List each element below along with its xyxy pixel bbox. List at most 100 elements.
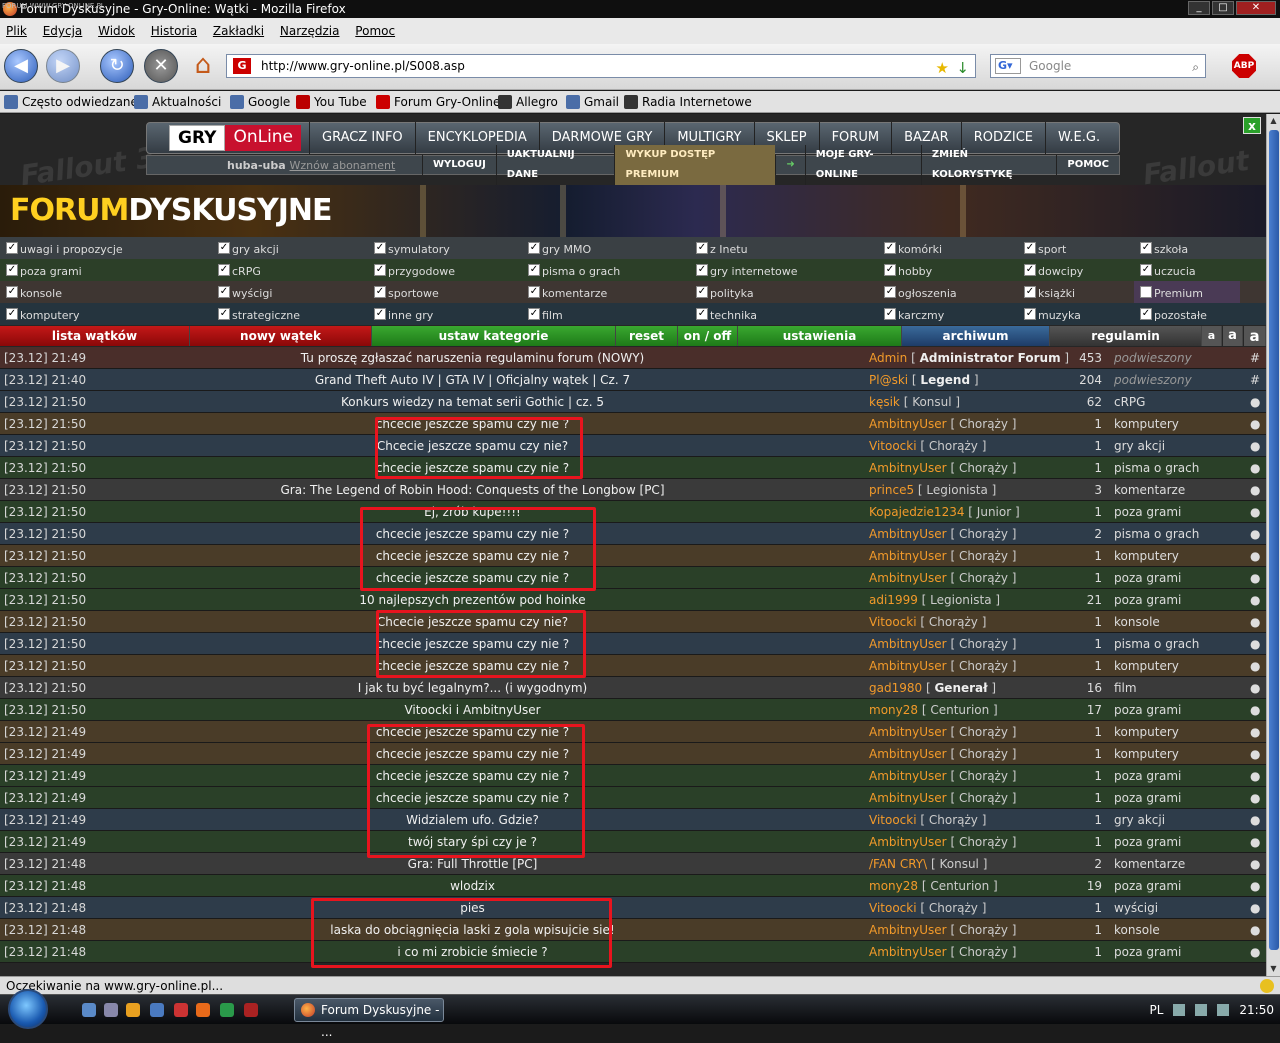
- category-checkbox[interactable]: ✓ poza grami: [0, 259, 212, 281]
- thread-author[interactable]: AmbitnyUser: [869, 659, 947, 673]
- category-checkbox[interactable]: Premium: [1134, 281, 1240, 303]
- logout-link[interactable]: WYLOGUJ: [421, 155, 496, 175]
- category-checkbox[interactable]: ✓ z Inetu: [690, 237, 878, 259]
- thread-author[interactable]: AmbitnyUser: [869, 637, 947, 651]
- taskbar-firefox-item[interactable]: Forum Dyskusyjne - ...: [294, 998, 444, 1039]
- thread-title[interactable]: Tu proszę zgłaszać naruszenia regulaminu…: [120, 347, 825, 369]
- checkbox-icon[interactable]: ✓: [528, 242, 540, 254]
- thread-author[interactable]: Vitoocki: [869, 615, 917, 629]
- thread-title[interactable]: wlodzix: [120, 875, 825, 897]
- checkbox-icon[interactable]: ✓: [696, 308, 708, 320]
- menu-pomoc[interactable]: Pomoc: [355, 24, 395, 38]
- premium-link[interactable]: WYKUP DOSTĘP PREMIUM: [614, 145, 776, 185]
- checkbox-icon[interactable]: ✓: [218, 242, 230, 254]
- font-small-button[interactable]: a: [1202, 326, 1222, 346]
- thread-title[interactable]: 10 najlepszych prezentów pod hoinke: [120, 589, 825, 611]
- thread-title[interactable]: Ej, zrób kupe!!!!: [120, 501, 825, 523]
- show-desktop-icon[interactable]: [82, 1003, 96, 1017]
- thread-author[interactable]: AmbitnyUser: [869, 945, 947, 959]
- checkbox-icon[interactable]: ✓: [1024, 286, 1036, 298]
- checkbox-icon[interactable]: ✓: [696, 286, 708, 298]
- thread-title[interactable]: Gra: Full Throttle [PC]: [120, 853, 825, 875]
- category-checkbox[interactable]: ✓ sport: [1018, 237, 1134, 259]
- font-medium-button[interactable]: a: [1223, 326, 1243, 346]
- checkbox-icon[interactable]: ✓: [1024, 242, 1036, 254]
- volume-icon[interactable]: [1217, 1004, 1230, 1016]
- thread-title[interactable]: chcecie jeszcze spamu czy nie ?: [120, 655, 825, 677]
- category-checkbox[interactable]: ✓ gry internetowe: [690, 259, 878, 281]
- checkbox-icon[interactable]: ✓: [696, 242, 708, 254]
- category-checkbox[interactable]: ✓ komentarze: [522, 281, 690, 303]
- close-window-button[interactable]: ✕: [1236, 1, 1276, 15]
- close-categories-button[interactable]: x: [1243, 117, 1261, 134]
- checkbox-icon[interactable]: ✓: [1140, 308, 1152, 320]
- menu-narzedzia[interactable]: Narzędzia: [280, 24, 340, 38]
- thread-title[interactable]: Chcecie jeszcze spamu czy nie?: [120, 435, 825, 457]
- on-off-button[interactable]: on / off: [678, 326, 738, 346]
- menu-widok[interactable]: Widok: [98, 24, 135, 38]
- help-link[interactable]: POMOC: [1056, 155, 1119, 175]
- thread-author[interactable]: Pl@ski: [869, 373, 908, 387]
- thread-author[interactable]: AmbitnyUser: [869, 549, 947, 563]
- thread-title[interactable]: laska do obciągnięcia laski z gola wpisu…: [120, 919, 825, 941]
- checkbox-icon[interactable]: ✓: [528, 286, 540, 298]
- thread-author[interactable]: AmbitnyUser: [869, 769, 947, 783]
- category-checkbox[interactable]: ✓ symulatory: [368, 237, 522, 259]
- checkbox-icon[interactable]: ✓: [6, 308, 18, 320]
- network-icon[interactable]: [1195, 1004, 1208, 1016]
- checkbox-icon[interactable]: ✓: [218, 308, 230, 320]
- checkbox-icon[interactable]: ✓: [884, 286, 896, 298]
- category-checkbox[interactable]: ✓ cRPG: [212, 259, 368, 281]
- category-checkbox[interactable]: ✓ hobby: [878, 259, 1018, 281]
- clock[interactable]: 21:50: [1239, 995, 1274, 1025]
- firefox-quicklaunch-icon[interactable]: [196, 1003, 210, 1017]
- thread-title[interactable]: chcecie jeszcze spamu czy nie ?: [120, 413, 825, 435]
- bookmark-google[interactable]: Google: [230, 91, 290, 113]
- category-checkbox[interactable]: ✓ konsole: [0, 281, 212, 303]
- chrome-icon[interactable]: [220, 1003, 234, 1017]
- thread-author[interactable]: AmbitnyUser: [869, 417, 947, 431]
- thread-author[interactable]: mony28: [869, 879, 918, 893]
- thread-title[interactable]: chcecie jeszcze spamu czy nie ?: [120, 523, 825, 545]
- menu-zakladki[interactable]: Zakładki: [213, 24, 264, 38]
- vertical-scrollbar[interactable]: ▲ ▼: [1266, 114, 1280, 976]
- category-checkbox[interactable]: ✓ film: [522, 303, 690, 325]
- category-checkbox[interactable]: ✓ książki: [1018, 281, 1134, 303]
- checkbox-icon[interactable]: ✓: [884, 264, 896, 276]
- category-checkbox[interactable]: ✓ przygodowe: [368, 259, 522, 281]
- checkbox-icon[interactable]: ✓: [218, 264, 230, 276]
- switch-windows-icon[interactable]: [104, 1003, 118, 1017]
- thread-title[interactable]: Widzialem ufo. Gdzie?: [120, 809, 825, 831]
- thread-title[interactable]: chcecie jeszcze spamu czy nie ?: [120, 457, 825, 479]
- checkbox-icon[interactable]: ✓: [884, 242, 896, 254]
- go-arrow-icon[interactable]: ↓: [956, 57, 969, 79]
- checkbox-icon[interactable]: ✓: [6, 242, 18, 254]
- thread-title[interactable]: chcecie jeszcze spamu czy nie ?: [120, 567, 825, 589]
- menu-historia[interactable]: Historia: [151, 24, 197, 38]
- bookmark-star-icon[interactable]: ★: [936, 57, 949, 79]
- thread-title[interactable]: chcecie jeszcze spamu czy nie ?: [120, 721, 825, 743]
- category-checkbox[interactable]: ✓ wyścigi: [212, 281, 368, 303]
- category-checkbox[interactable]: ✓ karczmy: [878, 303, 1018, 325]
- google-engine-icon[interactable]: G▾: [995, 58, 1021, 74]
- category-checkbox[interactable]: ✓ komórki: [878, 237, 1018, 259]
- category-checkbox[interactable]: ✓ dowcipy: [1018, 259, 1134, 281]
- category-checkbox[interactable]: ✓ polityka: [690, 281, 878, 303]
- category-checkbox[interactable]: ✓ komputery: [0, 303, 212, 325]
- back-arrow-icon[interactable]: ◀: [4, 49, 38, 83]
- minimize-button[interactable]: _: [1188, 1, 1210, 15]
- category-checkbox[interactable]: ✓ muzyka: [1018, 303, 1134, 325]
- checkbox-icon[interactable]: [1140, 286, 1152, 298]
- checkbox-icon[interactable]: ✓: [528, 264, 540, 276]
- thread-author[interactable]: Vitoocki: [869, 813, 917, 827]
- bookmark-czesto[interactable]: Często odwiedzane: [4, 91, 138, 113]
- checkbox-icon[interactable]: ✓: [374, 264, 386, 276]
- checkbox-icon[interactable]: ✓: [6, 264, 18, 276]
- checkbox-icon[interactable]: ✓: [6, 286, 18, 298]
- checkbox-icon[interactable]: ✓: [1024, 308, 1036, 320]
- thread-author[interactable]: gad1980: [869, 681, 922, 695]
- thread-author[interactable]: AmbitnyUser: [869, 461, 947, 475]
- checkbox-icon[interactable]: ✓: [1024, 264, 1036, 276]
- thread-author[interactable]: Admin: [869, 351, 907, 365]
- reset-button[interactable]: reset: [616, 326, 678, 346]
